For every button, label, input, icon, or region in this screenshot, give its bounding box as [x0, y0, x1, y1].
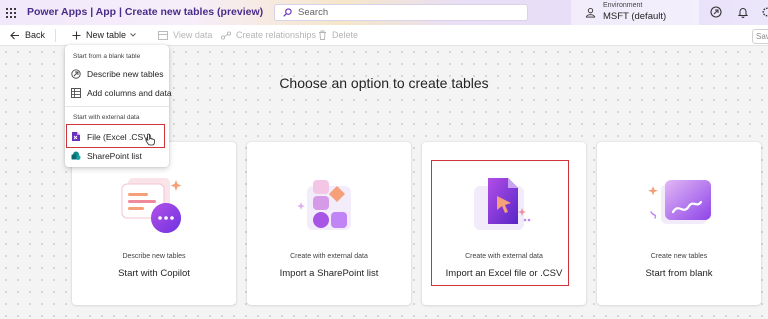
- view-data-label: View data: [173, 30, 213, 40]
- menu-group-label: Start from a blank table: [73, 53, 141, 60]
- card-import-sharepoint[interactable]: Create with external data Import a Share…: [247, 142, 411, 305]
- delete-button[interactable]: Delete: [318, 30, 358, 40]
- menu-item-label: Add columns and data: [87, 88, 172, 98]
- menu-item-sharepoint-list[interactable]: SharePoint list: [71, 151, 142, 161]
- sharepoint-illustration: [247, 172, 411, 242]
- blank-table-illustration: [597, 172, 761, 242]
- copilot-icon: [71, 69, 81, 79]
- save-button[interactable]: Sav: [752, 29, 768, 44]
- search-icon: [283, 8, 292, 17]
- divider: [55, 29, 56, 42]
- create-relationships-button[interactable]: Create relationships: [221, 30, 316, 40]
- plus-icon: [72, 31, 81, 39]
- settings-icon[interactable]: [762, 6, 768, 18]
- card-title: Start from blank: [645, 268, 713, 279]
- menu-item-add-columns[interactable]: Add columns and data: [71, 88, 172, 98]
- new-table-menu: Start from a blank table Describe new ta…: [65, 45, 172, 167]
- excel-card-highlight: [431, 160, 569, 286]
- back-button[interactable]: Back: [10, 30, 45, 40]
- bell-icon[interactable]: [737, 6, 749, 18]
- relationship-icon: [221, 30, 231, 40]
- environment-icon: [585, 8, 596, 18]
- search-placeholder: Search: [298, 7, 329, 18]
- menu-item-label: Describe new tables: [87, 69, 164, 79]
- card-title: Import a SharePoint list: [279, 268, 379, 279]
- environment-label: Environment: [603, 2, 643, 9]
- card-start-from-blank[interactable]: Create new tables Start from blank: [597, 142, 761, 305]
- chevron-down-icon: [130, 33, 136, 37]
- table-grid-icon: [71, 88, 81, 98]
- arrow-left-icon: [10, 31, 19, 39]
- card-title: Start with Copilot: [118, 268, 190, 279]
- copilot-illustration: [72, 172, 236, 242]
- view-data-button[interactable]: View data: [158, 30, 212, 40]
- delete-label: Delete: [332, 30, 359, 40]
- menu-group-label: Start with external data: [73, 114, 140, 121]
- menu-divider: [65, 106, 169, 107]
- menu-item-label: SharePoint list: [87, 151, 142, 161]
- back-label: Back: [25, 30, 46, 40]
- environment-value: MSFT (default): [603, 11, 667, 22]
- search-input[interactable]: Search: [274, 4, 528, 21]
- hand-cursor-icon: [145, 133, 155, 146]
- copilot-icon[interactable]: [710, 6, 722, 18]
- new-table-button[interactable]: New table: [72, 30, 136, 40]
- command-bar: Back New table View data Create relation…: [0, 25, 768, 46]
- card-subtitle: Create with external data: [290, 253, 368, 260]
- card-subtitle: Describe new tables: [122, 253, 186, 260]
- new-table-label: New table: [86, 30, 127, 40]
- card-subtitle: Create new tables: [650, 253, 708, 260]
- trash-icon: [319, 30, 326, 40]
- create-relationships-label: Create relationships: [236, 30, 317, 40]
- table-view-icon: [158, 30, 168, 40]
- sharepoint-icon: [71, 151, 81, 160]
- waffle-icon[interactable]: [0, 0, 22, 25]
- menu-item-describe-tables[interactable]: Describe new tables: [71, 69, 164, 79]
- app-title[interactable]: Power Apps | App | Create new tables (pr…: [27, 6, 263, 18]
